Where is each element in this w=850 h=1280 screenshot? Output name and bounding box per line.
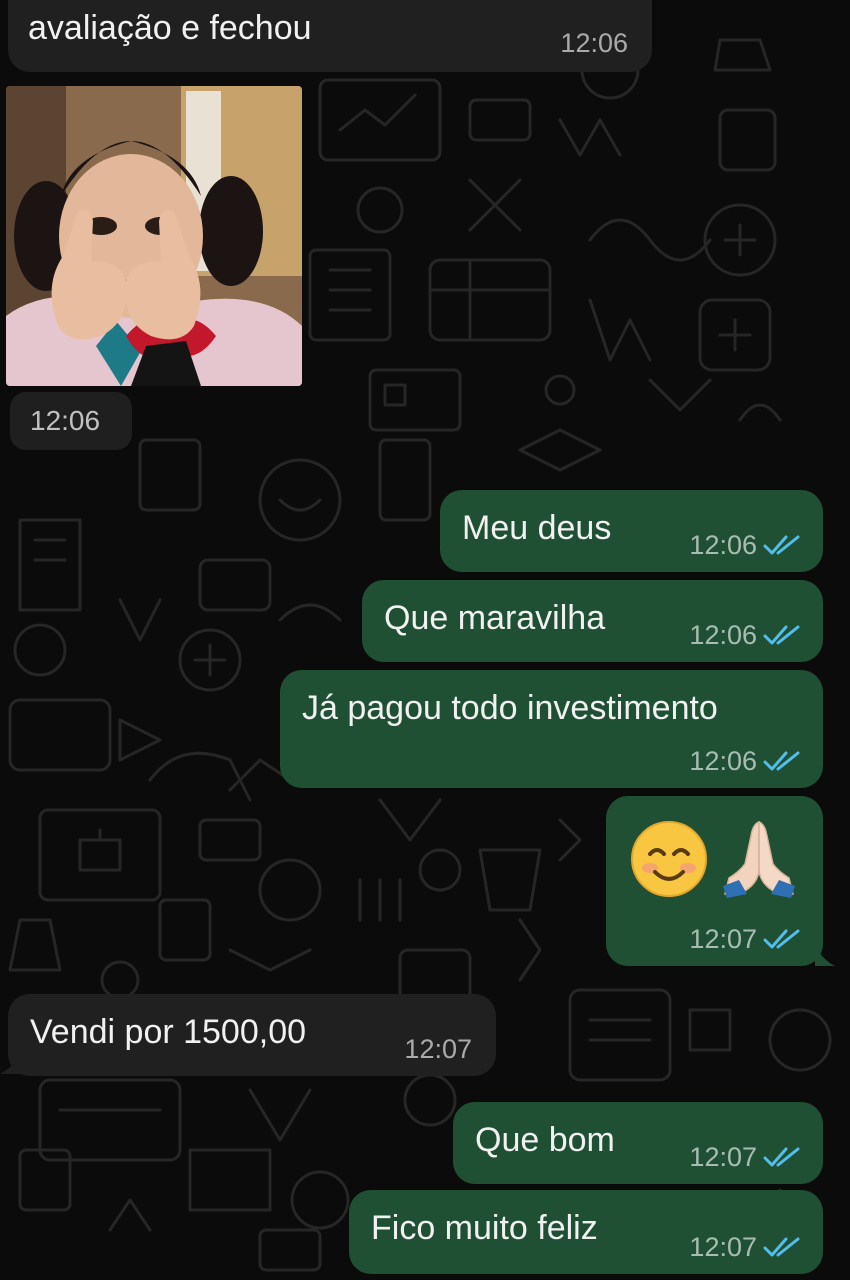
message-bubble-outgoing[interactable]: Que bom 12:07	[453, 1102, 823, 1184]
bubble-tail	[0, 1054, 20, 1074]
message-meta: 12:07	[404, 1034, 472, 1064]
message-meta: 12:06	[560, 28, 628, 58]
message-text: Que maravilha	[384, 599, 606, 637]
read-receipt-icon	[763, 1147, 800, 1167]
message-meta: 12:06	[689, 530, 803, 560]
message-text: Já pagou todo investimento	[302, 689, 718, 727]
read-receipt-icon	[763, 929, 800, 949]
message-meta: 12:07	[689, 1232, 803, 1262]
message-meta: 12:07	[689, 1142, 803, 1172]
message-time: 12:07	[689, 1142, 757, 1172]
message-bubble-outgoing[interactable]: Fico muito feliz 12:07	[349, 1190, 823, 1274]
message-meta: 12:06	[689, 620, 803, 650]
message-time: 12:07	[689, 924, 757, 954]
message-bubble-outgoing[interactable]: Meu deus 12:06	[440, 490, 823, 572]
message-time: 12:07	[404, 1034, 472, 1064]
message-text: avaliação e fechou	[28, 9, 312, 47]
message-text: Que bom	[475, 1121, 615, 1159]
folded-hands-emoji	[723, 820, 795, 898]
image-timestamp: 12:06	[10, 392, 132, 450]
message-time: 12:06	[689, 746, 757, 776]
chat-message-list[interactable]: avaliação e fechou 12:06 12:06 Meu deus …	[0, 0, 850, 1280]
read-receipt-icon	[763, 751, 800, 771]
message-meta: 12:06	[689, 746, 803, 776]
message-bubble-incoming[interactable]: Vendi por 1500,00 12:07	[8, 994, 496, 1076]
bubble-tail	[815, 946, 835, 966]
message-meta: 12:07	[689, 924, 803, 954]
message-time: 12:06	[689, 620, 757, 650]
message-image[interactable]	[6, 86, 302, 386]
read-receipt-icon	[763, 625, 800, 645]
message-time: 12:06	[689, 530, 757, 560]
message-bubble-incoming[interactable]: avaliação e fechou 12:06	[8, 0, 652, 72]
message-bubble-outgoing[interactable]: 12:07	[606, 796, 823, 966]
message-text: Vendi por 1500,00	[30, 1013, 307, 1051]
smiling-face-emoji	[631, 821, 707, 897]
photo-child-thumbs-up	[6, 86, 302, 386]
message-bubble-outgoing[interactable]: Que maravilha 12:06	[362, 580, 823, 662]
message-time: 12:06	[560, 28, 628, 58]
message-time: 12:06	[30, 405, 101, 436]
read-receipt-icon	[763, 1237, 800, 1257]
message-bubble-outgoing[interactable]: Já pagou todo investimento 12:06	[280, 670, 823, 788]
message-text: Meu deus	[462, 509, 612, 547]
read-receipt-icon	[763, 535, 800, 555]
message-time: 12:07	[689, 1232, 757, 1262]
message-text: Fico muito feliz	[371, 1209, 598, 1247]
